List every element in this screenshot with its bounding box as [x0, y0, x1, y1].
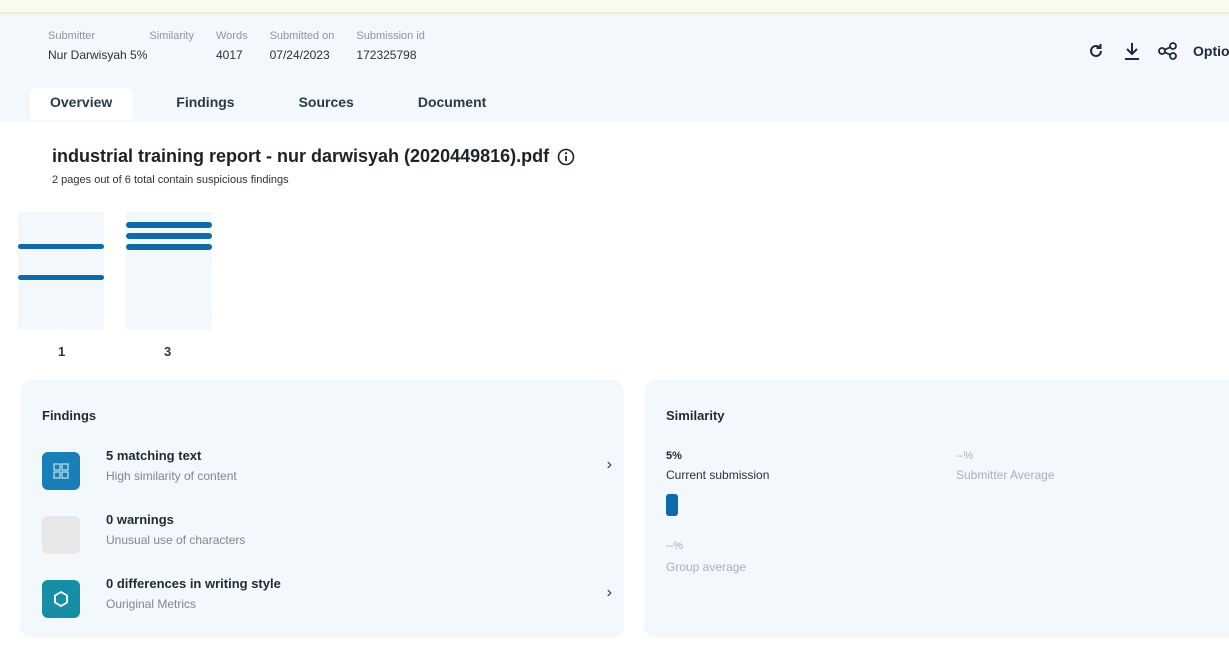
- document-subtitle: 2 pages out of 6 total contain suspiciou…: [52, 174, 289, 186]
- finding-title: 0 differences in writing style: [106, 576, 281, 591]
- header: Submitter Nur Darwisyah 5% Similarity Wo…: [0, 14, 1229, 122]
- highlight-line: [126, 244, 212, 250]
- submission-id-value: 172325798: [356, 48, 417, 62]
- refresh-icon[interactable]: [1085, 40, 1107, 62]
- tab-findings[interactable]: Findings: [156, 88, 254, 120]
- chevron-right-icon[interactable]: ›: [607, 584, 612, 602]
- finding-matching-text[interactable]: 5 matching text High similarity of conte…: [42, 448, 612, 492]
- current-similarity-bar: [666, 494, 678, 516]
- share-icon[interactable]: [1157, 40, 1179, 62]
- info-icon[interactable]: [557, 148, 575, 166]
- group-average-value: --%: [666, 540, 684, 552]
- chevron-right-icon[interactable]: ›: [607, 456, 612, 474]
- submitter-average-label: Submitter Average: [956, 468, 1055, 482]
- similarity-panel: Similarity 5% Current submission --% Sub…: [644, 380, 1229, 638]
- hexagon-icon: [42, 580, 80, 618]
- finding-title: 0 warnings: [106, 512, 174, 527]
- similarity-label: Similarity: [149, 30, 194, 42]
- submitter-label: Submitter: [48, 30, 96, 42]
- submission-meta: Submitter Nur Darwisyah 5% Similarity Wo…: [48, 30, 447, 62]
- meta-submitter: Submitter Nur Darwisyah 5%: [48, 30, 147, 62]
- page-thumbnail-3[interactable]: [126, 212, 212, 330]
- current-similarity-value: 5%: [666, 450, 682, 462]
- toolbar: Options: [1085, 40, 1229, 62]
- warning-icon: [42, 516, 80, 554]
- finding-subtitle: Ouriginal Metrics: [106, 597, 197, 611]
- submitted-on-value: 07/24/2023: [269, 48, 330, 62]
- thumbnail-page-number: 3: [164, 344, 172, 359]
- findings-title: Findings: [42, 408, 97, 423]
- meta-submission-id: Submission id 172325798: [356, 30, 424, 62]
- highlight-line: [126, 222, 212, 228]
- findings-panel: Findings 5 matching text High similarity…: [20, 380, 624, 638]
- thumbnail-page-number: 1: [58, 344, 66, 359]
- meta-similarity: Similarity: [149, 30, 194, 62]
- document-title-text: industrial training report - nur darwisy…: [52, 146, 550, 166]
- group-average-label: Group average: [666, 560, 747, 574]
- grid-icon: [42, 452, 80, 490]
- meta-submitted-on: Submitted on 07/24/2023: [270, 30, 335, 62]
- highlight-line: [18, 244, 104, 249]
- finding-writing-style[interactable]: 0 differences in writing style Ouriginal…: [42, 576, 612, 620]
- tab-document[interactable]: Document: [398, 88, 506, 120]
- similarity-value: 5%: [130, 48, 148, 62]
- submitter-average-value: --%: [956, 450, 974, 462]
- document-title: industrial training report - nur darwisy…: [52, 146, 575, 167]
- top-strip: [0, 0, 1229, 14]
- finding-warnings: 0 warnings Unusual use of characters: [42, 512, 612, 556]
- finding-subtitle: Unusual use of characters: [106, 533, 246, 547]
- similarity-title: Similarity: [666, 408, 725, 423]
- page-thumbnail-1[interactable]: [18, 212, 104, 330]
- current-submission-label: Current submission: [666, 468, 770, 482]
- download-icon[interactable]: [1121, 40, 1143, 62]
- meta-words: Words 4017: [216, 30, 248, 62]
- options-button[interactable]: Options: [1193, 43, 1229, 59]
- tab-bar: Overview Findings Sources Document: [30, 88, 530, 120]
- words-value: 4017: [216, 48, 243, 62]
- words-label: Words: [216, 30, 248, 42]
- submission-id-label: Submission id: [356, 30, 425, 42]
- submitted-on-label: Submitted on: [269, 30, 335, 42]
- tab-overview[interactable]: Overview: [30, 88, 133, 120]
- highlight-line: [18, 275, 104, 280]
- finding-subtitle: High similarity of content: [106, 469, 237, 483]
- finding-title: 5 matching text: [106, 448, 202, 463]
- tab-sources[interactable]: Sources: [279, 88, 374, 120]
- submitter-value: Nur Darwisyah: [48, 48, 127, 62]
- highlight-line: [126, 233, 212, 239]
